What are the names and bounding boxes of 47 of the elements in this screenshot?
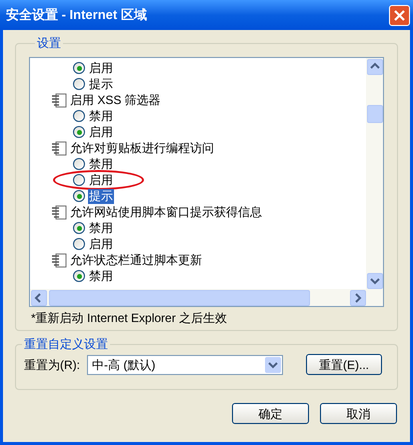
settings-page-icon — [51, 92, 67, 108]
vertical-scrollbar[interactable] — [366, 58, 383, 289]
group-legend: 重置自定义设置 — [22, 335, 110, 353]
close-icon — [394, 10, 405, 20]
scroll-thumb[interactable] — [49, 290, 310, 306]
settings-page-icon — [51, 140, 67, 156]
scroll-left-button[interactable] — [31, 290, 47, 306]
option-label[interactable]: 启用 — [88, 124, 114, 140]
settings-page-icon — [51, 252, 67, 268]
option-label[interactable]: 禁用 — [88, 220, 114, 236]
option-label[interactable]: 禁用 — [88, 156, 114, 172]
ok-button[interactable]: 确定 — [232, 403, 309, 424]
reset-button[interactable]: 重置(E)... — [306, 354, 382, 375]
restart-note: *重新启动 Internet Explorer 之后生效 — [31, 310, 228, 326]
window-title: 安全设置 - Internet 区域 — [6, 6, 147, 24]
option-label[interactable]: 启用 — [88, 60, 114, 76]
setting-heading: 允许网站使用脚本窗口提示获得信息 — [70, 205, 262, 219]
reset-label: 重置为(R): — [24, 356, 81, 374]
radio-button[interactable] — [73, 270, 85, 282]
option-label[interactable]: 启用 — [88, 236, 114, 252]
scroll-thumb[interactable] — [366, 104, 382, 122]
option-label[interactable]: 提示 — [88, 76, 114, 92]
settings-page-icon — [51, 204, 67, 220]
option-label[interactable]: 启用 — [88, 172, 114, 188]
radio-button[interactable] — [73, 78, 85, 90]
setting-heading: 允许状态栏通过脚本更新 — [70, 253, 202, 267]
radio-button[interactable] — [73, 126, 85, 138]
setting-heading: 启用 XSS 筛选器 — [70, 93, 161, 107]
option-label[interactable]: 禁用 — [88, 268, 114, 284]
scroll-down-button[interactable] — [366, 272, 382, 288]
scroll-right-button[interactable] — [350, 290, 366, 306]
radio-button[interactable] — [73, 238, 85, 250]
radio-button[interactable] — [73, 110, 85, 122]
horizontal-scrollbar[interactable] — [30, 289, 383, 306]
setting-heading: 允许对剪贴板进行编程访问 — [70, 141, 214, 155]
option-label[interactable]: 禁用 — [88, 108, 114, 124]
level-dropdown[interactable]: 中-高 (默认) — [87, 354, 283, 374]
radio-button[interactable] — [73, 190, 85, 202]
radio-button[interactable] — [73, 62, 85, 74]
radio-button[interactable] — [73, 222, 85, 234]
close-button[interactable] — [389, 4, 410, 26]
radio-button[interactable] — [73, 174, 85, 186]
option-label[interactable]: 提示 — [88, 188, 114, 204]
scroll-up-button[interactable] — [366, 58, 382, 74]
cancel-button[interactable]: 取消 — [320, 403, 397, 424]
group-legend: 设置 — [35, 34, 63, 52]
radio-button[interactable] — [73, 158, 85, 170]
